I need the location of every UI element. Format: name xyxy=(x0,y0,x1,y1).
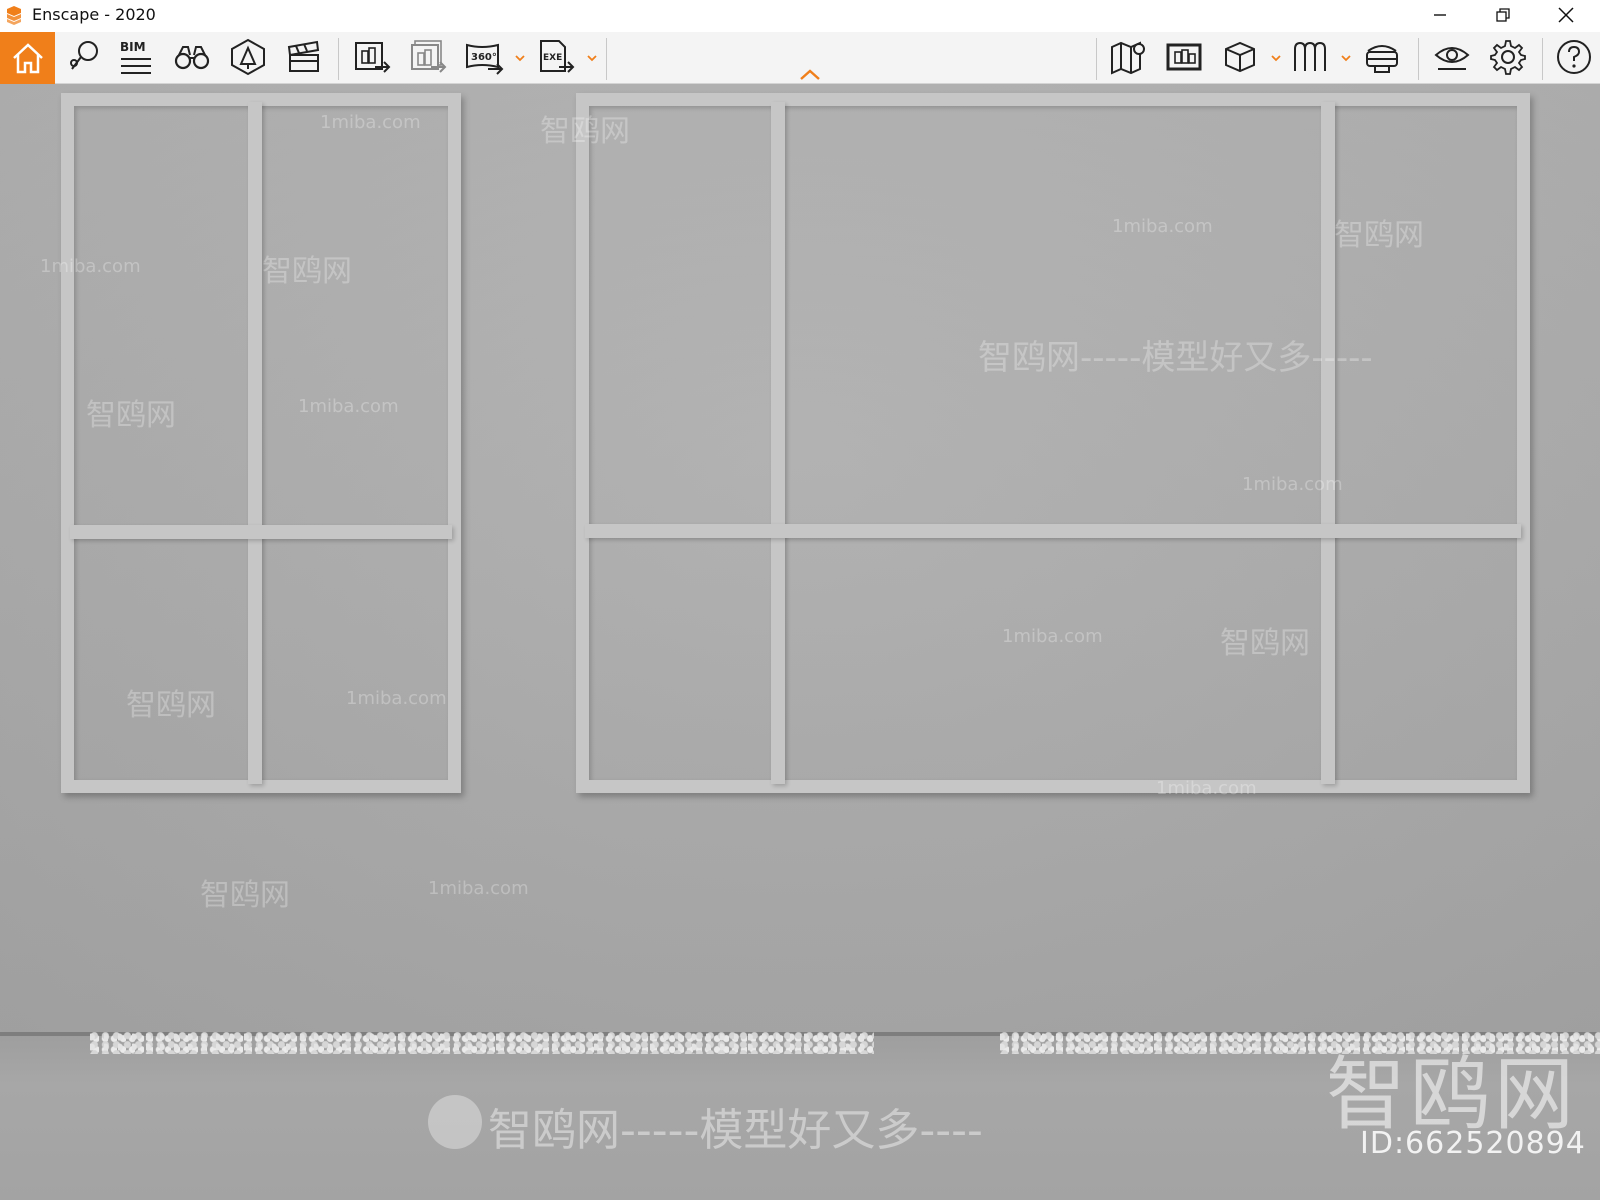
toolbar-separator xyxy=(1096,38,1097,80)
floor xyxy=(0,1034,1600,1200)
views-button[interactable] xyxy=(62,34,106,80)
batch-render-button[interactable] xyxy=(406,34,450,80)
toolbar-separator xyxy=(1418,38,1419,80)
main-toolbar: BIM 360° EXE xyxy=(0,32,1600,84)
video-editor-button[interactable] xyxy=(282,34,326,80)
panel-mullion xyxy=(771,102,785,784)
vr-headset-button[interactable] xyxy=(1360,34,1404,80)
panorama-360-icon: 360° xyxy=(466,43,504,75)
panel-mullion xyxy=(248,102,262,784)
exe-export-button[interactable]: EXE xyxy=(534,34,578,80)
toolbar-separator xyxy=(1542,38,1543,80)
window-title: Enscape - 2020 xyxy=(32,5,156,24)
panorama-360-button[interactable]: 360° xyxy=(462,34,506,80)
collaboration-button[interactable] xyxy=(1288,34,1332,80)
settings-icon xyxy=(1490,40,1526,75)
batch-render-icon xyxy=(411,40,447,73)
chevron-down-icon[interactable] xyxy=(1270,52,1282,64)
assets-button[interactable] xyxy=(226,34,270,80)
minimize-icon xyxy=(1434,14,1446,16)
watermark-bird-logo xyxy=(428,1095,482,1149)
screenshot-export-icon xyxy=(355,42,391,73)
title-bar: Enscape - 2020 xyxy=(0,0,1600,32)
visibility-button[interactable] xyxy=(1430,34,1474,80)
minimize-button[interactable] xyxy=(1410,0,1470,30)
collapse-toolbar-icon[interactable] xyxy=(798,68,822,82)
render-viewport[interactable]: 1miba.com 智鸥网 1miba.com 智鸥网 1miba.com 智鸥… xyxy=(0,84,1600,1200)
panorama-label: 360° xyxy=(471,52,497,63)
map-icon xyxy=(1111,41,1145,75)
enscape-logo-icon xyxy=(7,6,21,25)
settings-button[interactable] xyxy=(1486,34,1530,80)
help-button[interactable] xyxy=(1552,34,1596,80)
chevron-down-icon[interactable] xyxy=(1340,52,1352,64)
pebble-strip xyxy=(90,1032,874,1054)
close-button[interactable] xyxy=(1536,0,1596,30)
exe-label: EXE xyxy=(543,53,562,63)
enscape-window: Enscape - 2020 BIM 360° EXE 1miba.com 智鸥… xyxy=(0,0,1600,1200)
toolbar-separator xyxy=(606,38,607,80)
cube-view-icon xyxy=(1225,41,1255,73)
chevron-down-icon[interactable] xyxy=(514,52,526,64)
cube-view-button[interactable] xyxy=(1218,34,1262,80)
help-icon xyxy=(1557,40,1591,74)
views-icon xyxy=(70,41,98,70)
exe-export-icon: EXE xyxy=(540,40,575,73)
restore-icon xyxy=(1496,8,1510,22)
pebble-strip xyxy=(1000,1032,1600,1054)
close-icon xyxy=(1558,7,1574,23)
toolbar-separator xyxy=(338,38,339,80)
vr-headset-icon xyxy=(1366,45,1398,73)
binoculars-button[interactable] xyxy=(170,34,214,80)
bim-label: BIM xyxy=(120,40,146,54)
binoculars-icon xyxy=(174,46,210,70)
restore-button[interactable] xyxy=(1473,0,1533,30)
visibility-icon xyxy=(1434,47,1470,70)
screen-icon xyxy=(1166,43,1202,71)
map-button[interactable] xyxy=(1106,34,1150,80)
home-button[interactable] xyxy=(0,32,55,84)
panel-transom xyxy=(585,524,1521,538)
wall-panel-moulding-right xyxy=(576,93,1530,793)
home-icon xyxy=(12,43,43,74)
panel-transom xyxy=(70,525,452,539)
collaboration-icon xyxy=(1294,41,1326,71)
panel-mullion xyxy=(1321,102,1335,784)
screen-button[interactable] xyxy=(1162,34,1206,80)
video-editor-icon xyxy=(287,40,320,72)
screenshot-export-button[interactable] xyxy=(350,34,394,80)
assets-icon xyxy=(231,38,265,76)
chevron-down-icon[interactable] xyxy=(586,52,598,64)
